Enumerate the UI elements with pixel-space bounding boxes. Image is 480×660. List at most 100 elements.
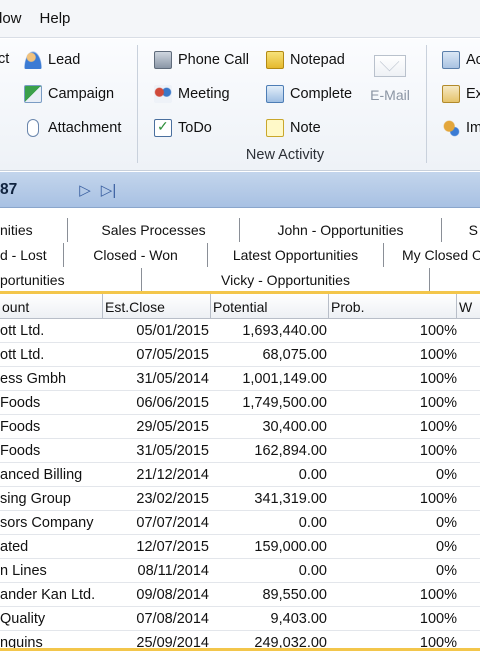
meeting-icon bbox=[154, 85, 172, 103]
ribbon-separator bbox=[137, 45, 138, 163]
menu-window[interactable]: dow bbox=[0, 10, 22, 27]
view-tabs-row-2: d - Lost Closed - Won Latest Opportuniti… bbox=[0, 243, 480, 267]
table-row[interactable]: Foods 31/05/2015 162,894.00 100% bbox=[0, 439, 480, 463]
cell-potential: 30,400.00 bbox=[262, 419, 327, 435]
cell-probability: 100% bbox=[419, 347, 457, 363]
tab-empty[interactable] bbox=[430, 268, 480, 292]
complete-label: Complete bbox=[290, 86, 353, 102]
cell-probability: 100% bbox=[419, 323, 457, 339]
new-activity-group-label: New Activity bbox=[245, 147, 325, 163]
cell-account: ess Gmbh bbox=[0, 371, 67, 387]
view-tabs-row-3: portunities Vicky - Opportunities bbox=[0, 268, 480, 292]
ribbon-separator bbox=[426, 45, 427, 163]
table-row[interactable]: ess Gmbh 31/05/2014 1,001,149.00 100% bbox=[0, 367, 480, 391]
cell-potential: 1,693,440.00 bbox=[242, 323, 327, 339]
import-icon bbox=[442, 119, 460, 137]
cell-account: ander Kan Ltd. bbox=[0, 587, 96, 603]
paperclip-icon bbox=[27, 119, 39, 137]
lead-icon bbox=[24, 51, 42, 69]
new-note-button[interactable]: Note bbox=[266, 119, 321, 137]
table-row[interactable]: ott Ltd. 05/01/2015 1,693,440.00 100% bbox=[0, 319, 480, 343]
cell-est-close: 23/02/2015 bbox=[136, 491, 209, 507]
cell-est-close: 07/07/2014 bbox=[136, 515, 209, 531]
table-row[interactable]: sing Group 23/02/2015 341,319.00 100% bbox=[0, 487, 480, 511]
import-button[interactable]: Im bbox=[442, 119, 480, 137]
notepad-label: Notepad bbox=[290, 52, 345, 68]
grid-body: ott Ltd. 05/01/2015 1,693,440.00 100% ott Lt… bbox=[0, 319, 480, 651]
notepad-icon bbox=[266, 51, 284, 69]
new-attachment-button[interactable]: Attachment bbox=[24, 119, 121, 137]
tab-closed-won[interactable]: Closed - Won bbox=[64, 243, 208, 267]
column-potential[interactable]: Potential bbox=[211, 294, 329, 319]
tab-sales-processes[interactable]: Sales Processes bbox=[68, 218, 240, 242]
cell-account: Foods bbox=[0, 443, 41, 459]
cell-potential: 68,075.00 bbox=[262, 347, 327, 363]
next-record-icon[interactable]: ▷ bbox=[79, 181, 91, 199]
new-lead-button[interactable]: Lead bbox=[24, 51, 80, 69]
table-row[interactable]: Quality 07/08/2014 9,403.00 100% bbox=[0, 607, 480, 631]
new-meeting-button[interactable]: Meeting bbox=[154, 85, 230, 103]
table-row[interactable]: Foods 06/06/2015 1,749,500.00 100% bbox=[0, 391, 480, 415]
complete-button[interactable]: Complete bbox=[266, 85, 352, 103]
cell-est-close: 07/08/2014 bbox=[136, 611, 209, 627]
cell-probability: 0% bbox=[436, 515, 457, 531]
tab-opportunities-partial[interactable]: nities bbox=[0, 218, 68, 242]
table-row[interactable]: ated 12/07/2015 159,000.00 0% bbox=[0, 535, 480, 559]
tab-john-opportunities[interactable]: John - Opportunities bbox=[240, 218, 442, 242]
new-lead-label: Lead bbox=[48, 52, 81, 68]
cell-account: ated bbox=[0, 539, 29, 555]
meeting-label: Meeting bbox=[178, 86, 230, 102]
tab-partial-s[interactable]: S bbox=[442, 218, 480, 242]
new-contact-button[interactable]: ct bbox=[0, 51, 9, 67]
table-row[interactable]: Foods 29/05/2015 30,400.00 100% bbox=[0, 415, 480, 439]
column-est-close[interactable]: Est.Close bbox=[103, 294, 211, 319]
todo-label: ToDo bbox=[178, 120, 212, 136]
email-button[interactable]: E-Mail bbox=[361, 55, 419, 103]
account-button[interactable]: Ac bbox=[442, 51, 480, 69]
table-row[interactable]: nguins 25/09/2014 249,032.00 100% bbox=[0, 631, 480, 651]
new-notepad-button[interactable]: Notepad bbox=[266, 51, 345, 69]
email-label: E-Mail bbox=[370, 87, 410, 103]
export-button[interactable]: Ex bbox=[442, 85, 480, 103]
new-todo-button[interactable]: ToDo bbox=[154, 118, 212, 137]
tab-opportunities[interactable]: portunities bbox=[0, 268, 142, 292]
cell-account: sing Group bbox=[0, 491, 71, 507]
new-contact-label: ct bbox=[0, 51, 10, 67]
cell-account: nguins bbox=[0, 635, 43, 651]
last-record-icon[interactable]: ▷| bbox=[101, 181, 116, 199]
table-row[interactable]: ott Ltd. 07/05/2015 68,075.00 100% bbox=[0, 343, 480, 367]
table-row[interactable]: anced Billing 21/12/2014 0.00 0% bbox=[0, 463, 480, 487]
cell-account: anced Billing bbox=[0, 467, 83, 483]
cell-est-close: 09/08/2014 bbox=[136, 587, 209, 603]
tab-my-closed[interactable]: My Closed O bbox=[384, 243, 480, 267]
cell-potential: 1,749,500.00 bbox=[242, 395, 327, 411]
import-label: Im bbox=[466, 120, 480, 136]
ribbon: ct Lead Campaign Attachment Phone Call M… bbox=[0, 39, 480, 171]
record-navigation-bar: 87 ▷ ▷| bbox=[0, 172, 480, 208]
table-row[interactable]: ander Kan Ltd. 09/08/2014 89,550.00 100% bbox=[0, 583, 480, 607]
cell-account: Foods bbox=[0, 419, 41, 435]
new-phone-call-button[interactable]: Phone Call bbox=[154, 51, 249, 69]
envelope-icon bbox=[374, 55, 406, 77]
menu-help[interactable]: Help bbox=[40, 10, 71, 27]
cell-potential: 9,403.00 bbox=[270, 611, 327, 627]
column-weighted[interactable]: W bbox=[457, 294, 480, 319]
tab-latest-opportunities[interactable]: Latest Opportunities bbox=[208, 243, 384, 267]
tab-vicky-opportunities[interactable]: Vicky - Opportunities bbox=[142, 268, 430, 292]
cell-probability: 0% bbox=[436, 539, 457, 555]
cell-potential: 162,894.00 bbox=[254, 443, 327, 459]
table-row[interactable]: sors Company 07/07/2014 0.00 0% bbox=[0, 511, 480, 535]
cell-est-close: 05/01/2015 bbox=[136, 323, 209, 339]
note-icon bbox=[266, 119, 284, 137]
cell-probability: 100% bbox=[419, 443, 457, 459]
cell-est-close: 29/05/2015 bbox=[136, 419, 209, 435]
new-campaign-button[interactable]: Campaign bbox=[24, 85, 114, 103]
column-account[interactable]: ount bbox=[0, 294, 103, 319]
cell-probability: 0% bbox=[436, 563, 457, 579]
cell-probability: 100% bbox=[419, 491, 457, 507]
grid-header: ount Est.Close Potential Prob. W bbox=[0, 294, 480, 319]
column-probability[interactable]: Prob. bbox=[329, 294, 457, 319]
tab-closed-lost[interactable]: d - Lost bbox=[0, 243, 64, 267]
account-icon bbox=[442, 51, 460, 69]
table-row[interactable]: n Lines 08/11/2014 0.00 0% bbox=[0, 559, 480, 583]
